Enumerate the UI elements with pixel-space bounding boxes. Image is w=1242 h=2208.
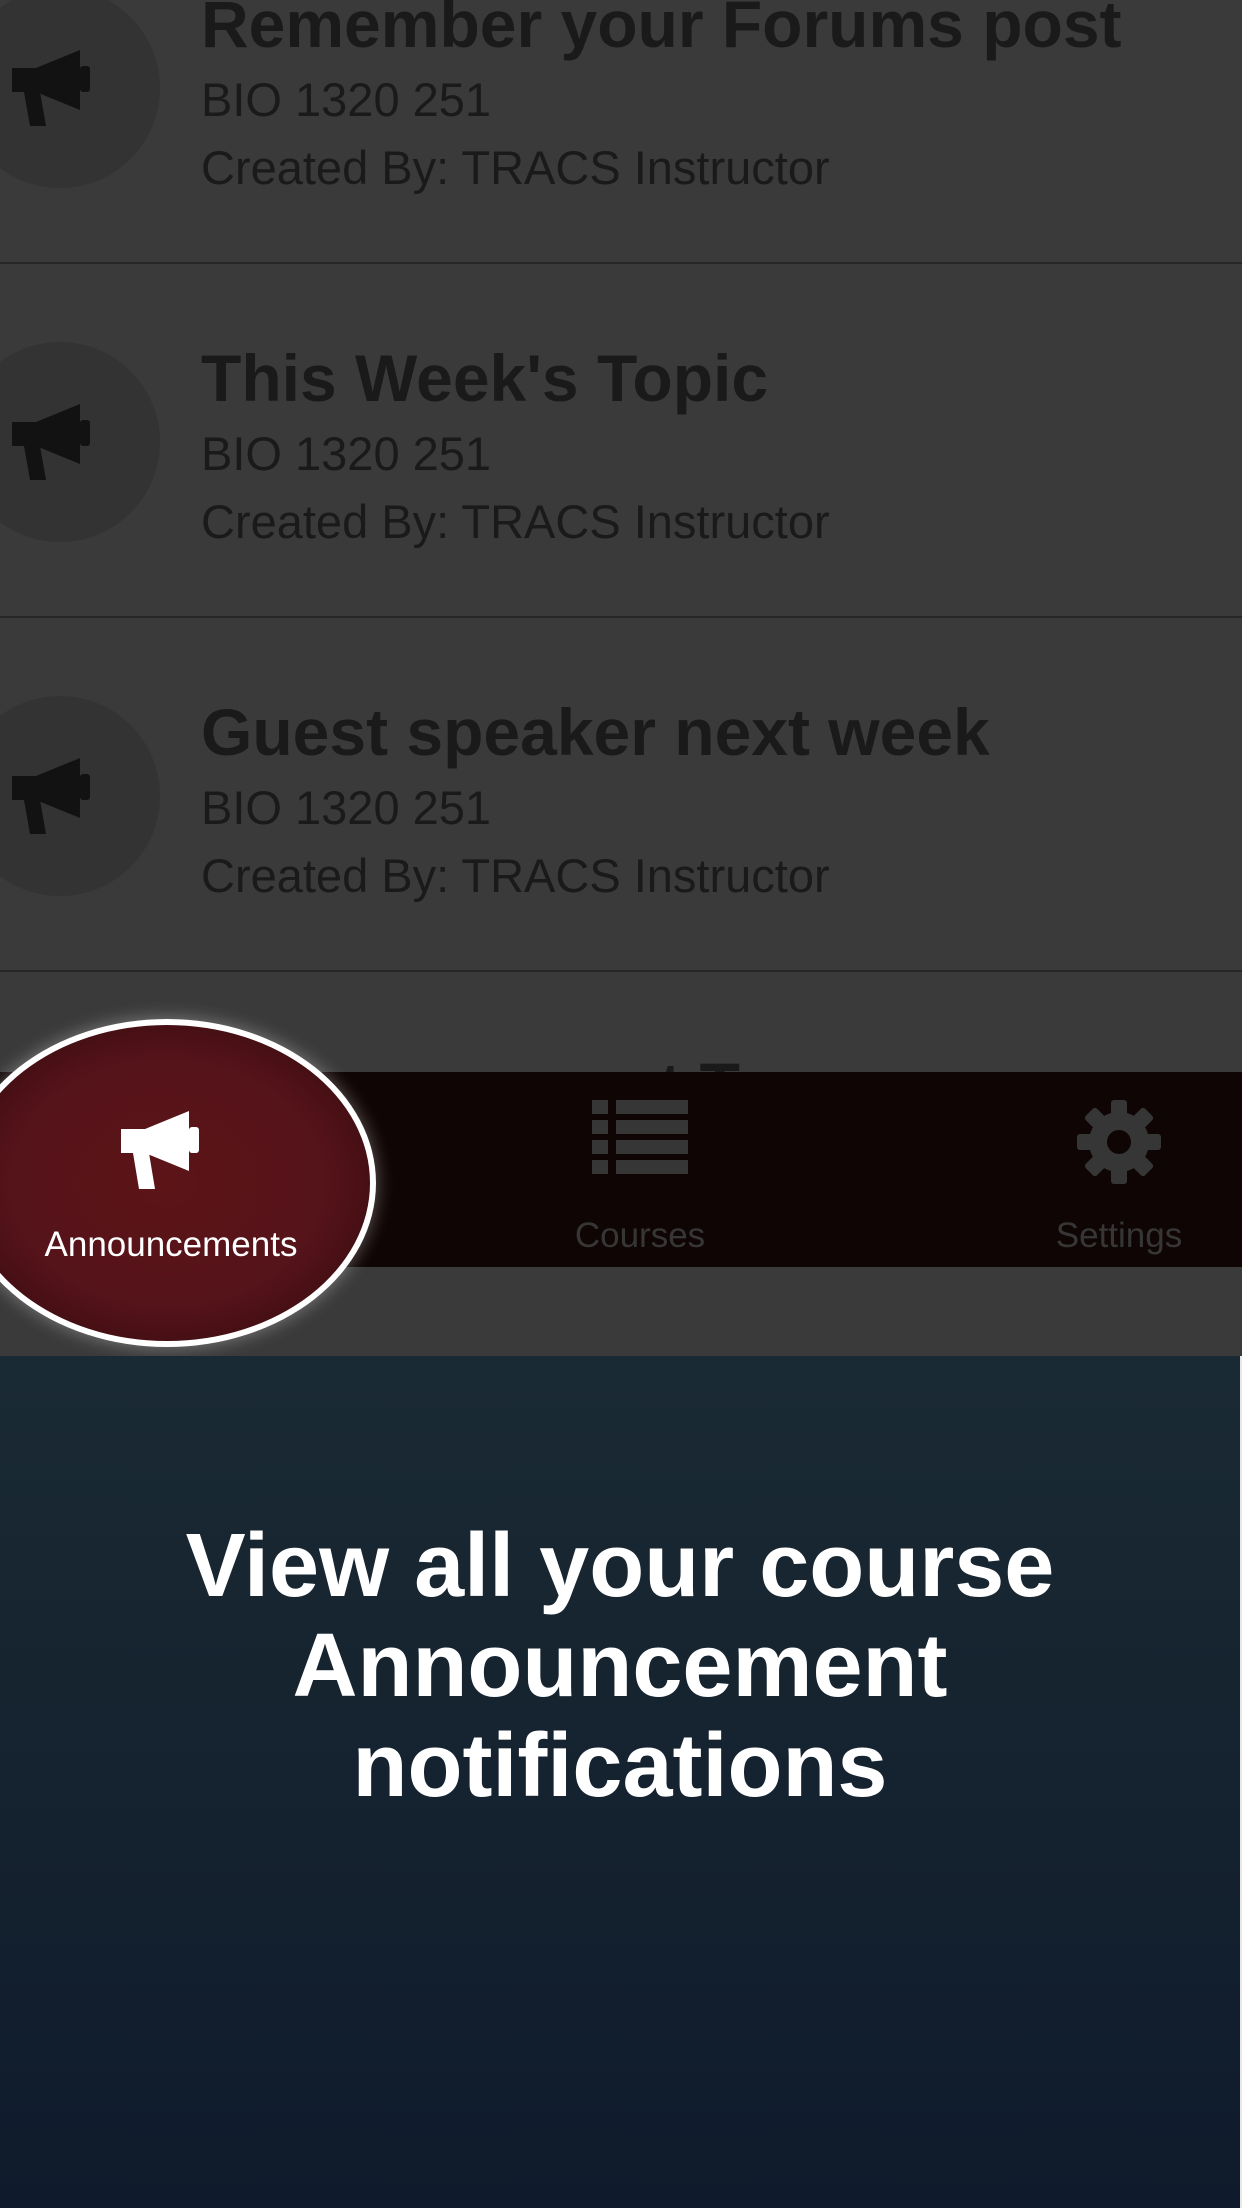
tab-announcements-label: Announcements: [44, 1225, 298, 1264]
tab-settings[interactable]: Settings: [959, 1072, 1242, 1267]
divider: [0, 970, 1242, 972]
announcement-course: BIO 1320 251: [201, 427, 492, 480]
tab-courses[interactable]: Courses: [480, 1072, 800, 1267]
announcement-title: This Week's Topic: [201, 341, 769, 415]
divider: [0, 616, 1242, 618]
announcement-course: BIO 1320 251: [201, 73, 492, 126]
announcement-creator: Created By: TRACS Instructor: [201, 495, 830, 548]
announcement-creator: Created By: TRACS Instructor: [201, 141, 830, 194]
list-item[interactable]: Remember your Forums post BIO 1320 251 C…: [0, 0, 1242, 264]
tab-courses-label: Courses: [574, 1216, 706, 1255]
announcement-title: Guest speaker next week: [201, 695, 990, 769]
divider: [0, 262, 1242, 264]
tab-settings-label: Settings: [1055, 1216, 1183, 1255]
list-item[interactable]: Guest speaker next week BIO 1320 251 Cre…: [0, 620, 1242, 972]
megaphone-icon: [12, 404, 90, 480]
megaphone-icon: [12, 50, 90, 126]
gear-icon: [1077, 1100, 1161, 1184]
announcement-creator: Created By: TRACS Instructor: [201, 849, 830, 902]
announcement-title: Remember your Forums post: [201, 0, 1122, 61]
announcement-avatar: [0, 696, 160, 896]
announcement-course: BIO 1320 251: [201, 781, 492, 834]
tutorial-message: View all your course Announcement notifi…: [185, 1516, 1055, 1816]
list-icon: [592, 1100, 688, 1174]
megaphone-icon: [12, 758, 90, 834]
megaphone-icon: [121, 1111, 199, 1189]
announcement-avatar: [0, 342, 160, 542]
list-item[interactable]: This Week's Topic BIO 1320 251 Created B…: [0, 266, 1242, 618]
tutorial-panel: View all your course Announcement notifi…: [0, 1356, 1240, 2208]
announcement-avatar: [0, 0, 160, 188]
